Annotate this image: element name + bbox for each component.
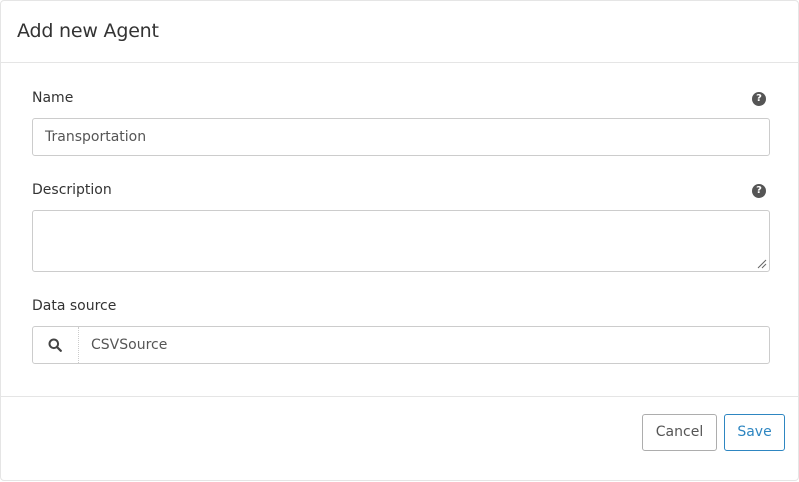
data-source-label: Data source [32, 298, 117, 314]
resize-grip-icon[interactable] [757, 259, 767, 269]
add-agent-dialog: Add new Agent Name ? Transportation Desc… [0, 0, 799, 481]
name-input[interactable]: Transportation [32, 118, 770, 156]
description-help-icon[interactable]: ? [752, 184, 766, 198]
modal-title: Add new Agent [17, 20, 159, 42]
modal-footer: Cancel Save [1, 396, 798, 482]
description-label: Description [32, 182, 112, 198]
save-button[interactable]: Save [724, 414, 785, 451]
search-addon [33, 327, 79, 363]
data-source-value: CSVSource [91, 337, 168, 353]
name-label: Name [32, 90, 74, 106]
data-source-search[interactable]: CSVSource [32, 326, 770, 364]
cancel-button[interactable]: Cancel [642, 414, 717, 451]
description-textarea[interactable] [32, 210, 770, 272]
search-icon [48, 338, 62, 352]
name-help-icon[interactable]: ? [752, 92, 766, 106]
modal-header: Add new Agent [1, 1, 798, 63]
